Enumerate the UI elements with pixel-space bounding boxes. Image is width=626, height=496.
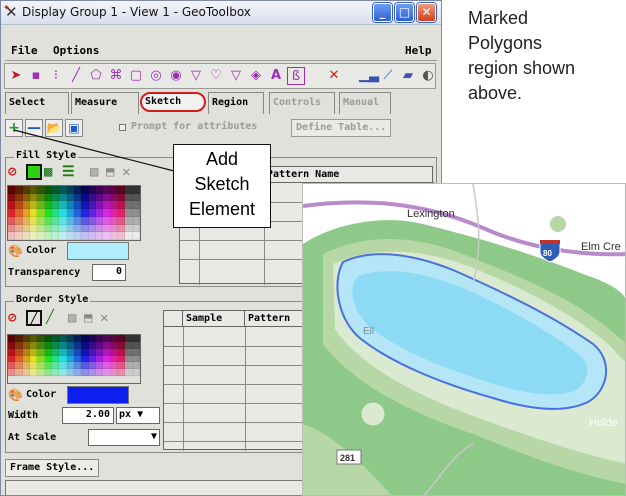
caption-line-2: Polygons bbox=[468, 33, 543, 53]
caption-line-1: Marked bbox=[468, 8, 529, 28]
route-281-shield: 281 bbox=[336, 449, 362, 465]
callout-line-1: Add bbox=[205, 149, 239, 169]
route-number: 281 bbox=[340, 453, 355, 463]
lake-label: Ell bbox=[363, 326, 374, 337]
add-sketch-element-callout: Add Sketch Element bbox=[173, 144, 271, 228]
town-label-holdrege: Holde bbox=[589, 417, 618, 429]
figure-caption: Marked Polygons region shown above. bbox=[468, 6, 575, 106]
shield-number: 80 bbox=[543, 249, 552, 258]
caption-line-3: region shown bbox=[468, 58, 576, 78]
callout-line-2: Sketch bbox=[194, 174, 250, 194]
map-inset: Lexington Elm Cre Ell Holde 80 281 bbox=[302, 183, 626, 496]
caption-line-4: above. bbox=[468, 83, 523, 103]
town-label-lexington: Lexington bbox=[407, 208, 455, 220]
town-label-elm-creek: Elm Cre bbox=[581, 241, 621, 253]
map-canvas: Lexington Elm Cre Ell Holde 80 281 bbox=[303, 184, 625, 495]
callout-line-3: Element bbox=[188, 199, 256, 219]
